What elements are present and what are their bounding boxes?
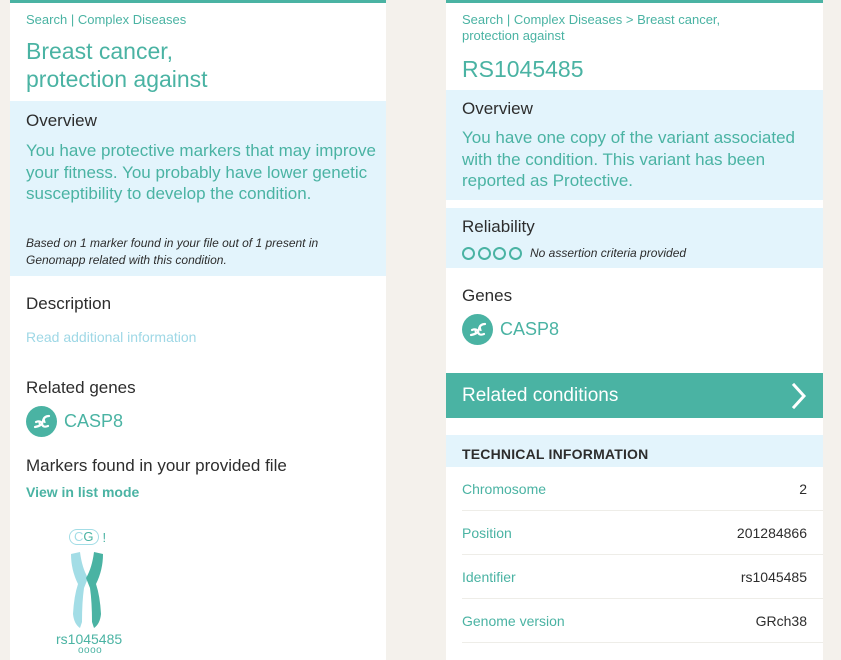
dna-icon bbox=[26, 406, 57, 437]
reliability-heading: Reliability bbox=[462, 217, 535, 236]
tech-value: 2 bbox=[799, 480, 807, 497]
allele-badge: CG ! bbox=[69, 529, 106, 545]
reliability-text: No assertion criteria provided bbox=[530, 246, 687, 260]
tech-key: Genome version bbox=[462, 612, 565, 629]
overview-section: Overview You have protective markers tha… bbox=[10, 101, 386, 276]
dna-icon bbox=[462, 314, 493, 345]
chromosome-icon bbox=[71, 552, 103, 628]
related-genes-heading: Related genes bbox=[26, 378, 136, 397]
reliability-circle-icon bbox=[508, 247, 522, 260]
variant-detail-panel: Search | Complex Diseases > Breast cance… bbox=[446, 0, 823, 660]
related-conditions-button[interactable]: Related conditions bbox=[446, 373, 823, 418]
page-title-line1: Breast cancer, bbox=[26, 38, 174, 64]
breadcrumb-condition-line1: Breast cancer, bbox=[637, 12, 721, 27]
overview-heading: Overview bbox=[462, 99, 533, 118]
tech-key: Identifier bbox=[462, 568, 516, 585]
gene-name: CASP8 bbox=[500, 319, 560, 339]
condition-detail-panel: Search | Complex Diseases Breast cancer,… bbox=[10, 0, 386, 660]
allele-1: C bbox=[74, 529, 84, 544]
breadcrumb-search-link[interactable]: Search bbox=[462, 12, 503, 27]
reliability-stars bbox=[462, 247, 524, 260]
genes-heading: Genes bbox=[462, 286, 513, 305]
breadcrumb: Search | Complex Diseases bbox=[26, 12, 186, 28]
chevron-right-icon bbox=[791, 382, 807, 409]
gene-item[interactable]: CASP8 bbox=[26, 406, 123, 437]
tech-key: Position bbox=[462, 524, 512, 541]
page-title: RS1045485 bbox=[462, 56, 584, 82]
reliability-circle-icon bbox=[477, 247, 491, 260]
read-additional-information-link[interactable]: Read additional information bbox=[26, 329, 196, 345]
tech-row-chromosome: Chromosome 2 bbox=[462, 467, 823, 511]
related-conditions-label: Related conditions bbox=[462, 384, 619, 406]
breadcrumb-complex-diseases-link[interactable]: Complex Diseases bbox=[78, 12, 186, 27]
overview-text: You have protective markers that may imp… bbox=[26, 141, 376, 203]
page-title-line2: protection against bbox=[26, 66, 208, 92]
technical-information-heading: TECHNICAL INFORMATION bbox=[446, 435, 823, 467]
overview-note: Based on 1 marker found in your file out… bbox=[26, 236, 319, 267]
tech-value: rs1045485 bbox=[740, 568, 807, 585]
marker-reliability-dots: oooo bbox=[78, 645, 103, 656]
view-in-list-mode-link[interactable]: View in list mode bbox=[26, 484, 139, 500]
reliability-circle-icon bbox=[462, 247, 475, 260]
description-heading: Description bbox=[26, 294, 112, 313]
tech-row-position: Position 201284866 bbox=[462, 511, 823, 555]
breadcrumb-separator: | bbox=[506, 12, 511, 27]
breadcrumb: Search | Complex Diseases > Breast cance… bbox=[462, 12, 762, 44]
breadcrumb-separator: | bbox=[70, 12, 75, 27]
page-title: Breast cancer, protection against bbox=[26, 37, 208, 93]
reliability-rating: No assertion criteria provided bbox=[462, 245, 686, 262]
breadcrumb-condition-line2: protection against bbox=[462, 28, 565, 43]
marker-item[interactable]: CG ! rs1045485 oooo bbox=[42, 526, 126, 660]
markers-heading: Markers found in your provided file bbox=[26, 456, 287, 475]
tech-value: 201284866 bbox=[736, 524, 807, 541]
tech-row-genome-version: Genome version GRch38 bbox=[462, 599, 823, 643]
reliability-circle-icon bbox=[493, 247, 506, 260]
tech-key: Chromosome bbox=[462, 480, 547, 497]
marker-flag: ! bbox=[102, 529, 107, 545]
tech-value: GRch38 bbox=[755, 612, 807, 629]
breadcrumb-complex-diseases-link[interactable]: Complex Diseases bbox=[514, 12, 622, 27]
overview-section: Overview You have one copy of the varian… bbox=[446, 90, 823, 200]
tech-row-identifier: Identifier rs1045485 bbox=[462, 555, 823, 599]
breadcrumb-search-link[interactable]: Search bbox=[26, 12, 67, 27]
gene-item[interactable]: CASP8 bbox=[462, 314, 559, 345]
allele-2: G bbox=[83, 529, 94, 544]
overview-heading: Overview bbox=[26, 111, 97, 130]
gene-name: CASP8 bbox=[64, 411, 124, 431]
breadcrumb-arrow: > bbox=[625, 12, 634, 27]
reliability-section: Reliability No assertion criteria provid… bbox=[446, 208, 823, 268]
overview-text: You have one copy of the variant associa… bbox=[462, 128, 795, 190]
